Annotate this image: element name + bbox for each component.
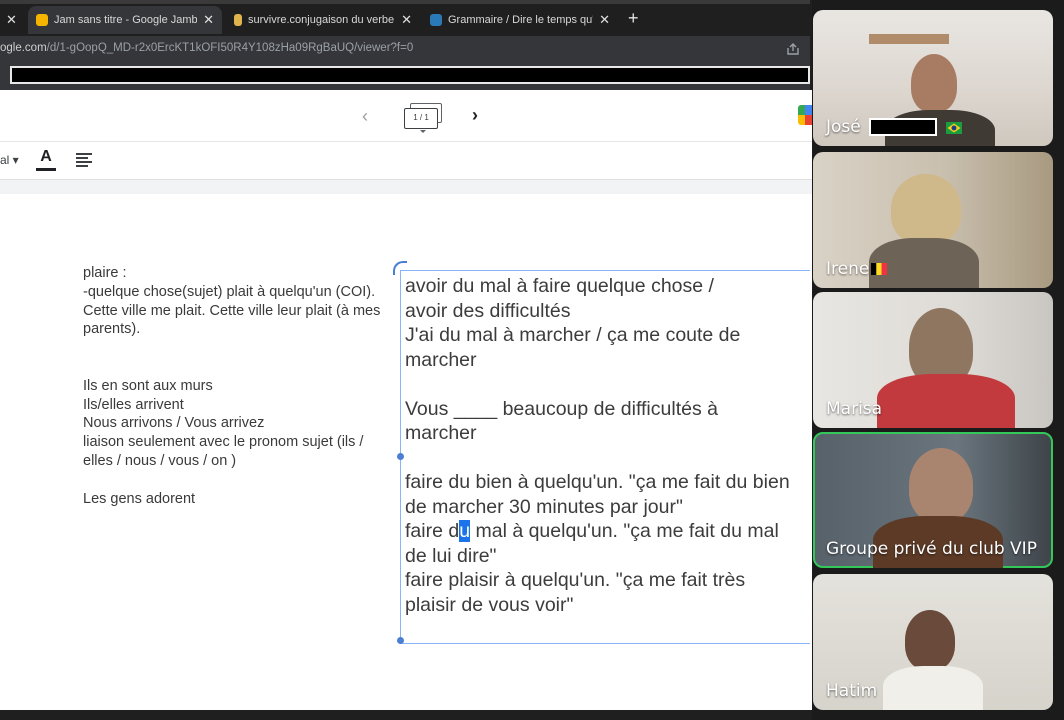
textbox-line: avoir du mal à faire quelque chose / bbox=[405, 275, 714, 297]
google-logo-icon bbox=[798, 105, 812, 125]
participant-tile-groupe-vip[interactable]: Groupe privé du club VIP bbox=[813, 432, 1053, 568]
textbox-line: de marcher 30 minutes par jour" bbox=[405, 495, 683, 518]
text-color-icon: A bbox=[40, 148, 52, 165]
textbox-blank-line bbox=[405, 446, 813, 471]
url-field[interactable]: ogle.com/d/1-gOopQ_MD-r2x0ErcKT1kOFI50R4… bbox=[0, 42, 413, 54]
text-before-selection: faire d bbox=[405, 520, 460, 542]
participant-name: Hatim bbox=[826, 681, 877, 701]
jamboard-page: ‹ 1 / 1 › al ▾ A plaire : -quelque chose… bbox=[0, 90, 812, 710]
redaction-bar bbox=[10, 66, 810, 84]
shelf-decor bbox=[869, 34, 949, 44]
brazil-flag-icon bbox=[946, 121, 962, 134]
text-color-button[interactable]: A bbox=[36, 149, 56, 173]
frame-counter: 1 / 1 bbox=[404, 108, 438, 129]
jamboard-favicon-icon bbox=[36, 14, 48, 26]
window-top-strip bbox=[0, 0, 810, 4]
participant-name-label: Hatim bbox=[826, 681, 878, 701]
participant-video bbox=[911, 54, 957, 112]
participant-name: José bbox=[826, 117, 861, 137]
participant-video bbox=[891, 174, 961, 244]
format-toolbar: al ▾ A bbox=[0, 142, 812, 180]
tab-partial[interactable]: ✕ bbox=[0, 6, 24, 34]
participant-tile-marisa[interactable]: Marisa bbox=[813, 292, 1053, 428]
participant-name: Irene bbox=[826, 259, 888, 279]
close-tab-icon[interactable]: ✕ bbox=[203, 12, 214, 28]
participant-name: Groupe privé du club VIP bbox=[826, 539, 1037, 559]
address-bar[interactable]: ogle.com/d/1-gOopQ_MD-r2x0ErcKT1kOFI50R4… bbox=[0, 36, 810, 62]
close-tab-icon[interactable]: ✕ bbox=[6, 12, 17, 28]
text-note[interactable]: plaire : -quelque chose(sujet) plait à q… bbox=[83, 264, 383, 508]
new-tab-button[interactable]: + bbox=[628, 9, 639, 27]
screen: ✕ Jam sans titre - Google Jamboard ✕ sur… bbox=[0, 0, 1064, 720]
frame-pager: ‹ 1 / 1 › bbox=[0, 90, 812, 142]
text-color-swatch bbox=[36, 168, 56, 171]
url-path: /d/1-gOopQ_MD-r2x0ErcKT1kOFI50R4Y108zHa0… bbox=[46, 42, 414, 54]
participant-body bbox=[877, 374, 1015, 428]
textbox-line: Vous ____ beaucoup de difficultés à bbox=[405, 397, 718, 420]
textbox-line: faire du mal à quelqu'un. "ça me fait du… bbox=[405, 519, 813, 544]
belgium-flag-icon bbox=[871, 260, 888, 275]
rotate-handle-icon[interactable] bbox=[393, 261, 407, 275]
participant-name-label: Irene bbox=[826, 259, 870, 279]
share-icon[interactable] bbox=[786, 42, 800, 56]
textbox-blank-line bbox=[405, 372, 813, 397]
tab-title: Jam sans titre - Google Jamboard bbox=[54, 14, 198, 26]
textbox-line: faire du bien à quelqu'un. "ça me fait d… bbox=[405, 471, 790, 493]
chevron-down-icon bbox=[420, 130, 426, 133]
participant-tile-jose[interactable]: José bbox=[813, 10, 1053, 146]
participant-name-label: José bbox=[826, 117, 861, 137]
participant-body bbox=[883, 666, 983, 710]
close-tab-icon[interactable]: ✕ bbox=[401, 12, 412, 28]
font-dropdown[interactable]: al ▾ bbox=[0, 153, 19, 167]
textbox-line: plaisir de vous voir" bbox=[405, 593, 574, 616]
resize-handle-bottom-left[interactable] bbox=[397, 637, 404, 644]
tab-grammaire[interactable]: Grammaire / Dire le temps qu'il fait ✕ bbox=[424, 6, 616, 34]
canvas-top-border bbox=[0, 180, 812, 194]
text-note-content: plaire : -quelque chose(sujet) plait à q… bbox=[83, 265, 381, 507]
previous-frame-button[interactable]: ‹ bbox=[362, 106, 368, 127]
participant-tile-irene[interactable]: Irene bbox=[813, 152, 1053, 288]
name-redaction bbox=[869, 118, 937, 136]
textbox-content[interactable]: avoir du mal à faire quelque chose / avo… bbox=[405, 274, 813, 617]
participant-panel: José Irene Marisa Groupe privé du club V… bbox=[812, 0, 1064, 720]
textbox-line: de lui dire" bbox=[405, 544, 497, 567]
browser-tab-bar: ✕ Jam sans titre - Google Jamboard ✕ sur… bbox=[0, 0, 810, 36]
participant-video bbox=[909, 448, 973, 522]
participant-video bbox=[905, 610, 955, 670]
tab-title: Grammaire / Dire le temps qu'il fait bbox=[448, 14, 593, 26]
tab-conjugaison[interactable]: survivre.conjugaison du verbe survivre ✕ bbox=[228, 6, 418, 34]
participant-name-label: Marisa bbox=[826, 399, 883, 419]
resize-handle-left[interactable] bbox=[397, 453, 404, 460]
textbox-line: marcher bbox=[405, 348, 477, 371]
text-after-selection: mal à quelqu'un. "ça me fait du mal bbox=[470, 520, 779, 542]
whiteboard-canvas[interactable]: plaire : -quelque chose(sujet) plait à q… bbox=[0, 194, 812, 706]
url-host: ogle.com bbox=[0, 42, 47, 54]
close-tab-icon[interactable]: ✕ bbox=[599, 12, 610, 28]
participant-tile-hatim[interactable]: Hatim bbox=[813, 574, 1053, 710]
bottom-strip bbox=[0, 710, 812, 720]
textbox-line: marcher bbox=[405, 422, 477, 444]
tab-title: survivre.conjugaison du verbe survivre bbox=[248, 14, 395, 26]
textbox-line: J'ai du mal à marcher / ça me coute de bbox=[405, 324, 741, 346]
align-left-icon[interactable] bbox=[76, 153, 92, 167]
text-selection: u bbox=[459, 520, 471, 542]
tab-jamboard[interactable]: Jam sans titre - Google Jamboard ✕ bbox=[28, 6, 222, 34]
font-name-label: al bbox=[0, 153, 10, 167]
participant-name: Marisa bbox=[826, 399, 882, 419]
textbox-line: avoir des difficultés bbox=[405, 299, 571, 322]
participant-name-label: Groupe privé du club VIP bbox=[826, 539, 1037, 559]
next-frame-button[interactable]: › bbox=[472, 105, 478, 126]
textbox-line: faire plaisir à quelqu'un. "ça me fait t… bbox=[405, 569, 746, 591]
conjugaison-favicon-icon bbox=[234, 14, 242, 26]
frame-bar-button[interactable]: 1 / 1 bbox=[404, 103, 444, 133]
grammaire-favicon-icon bbox=[430, 14, 442, 26]
